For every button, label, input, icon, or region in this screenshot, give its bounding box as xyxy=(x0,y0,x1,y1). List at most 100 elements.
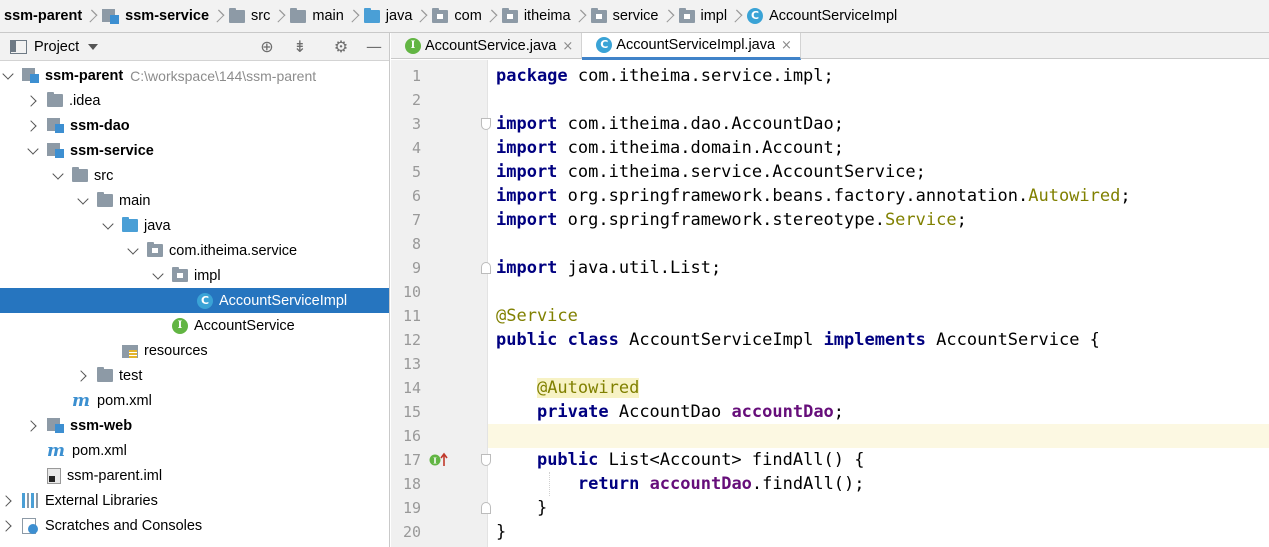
expand-right-icon[interactable] xyxy=(2,495,14,507)
code-area[interactable]: package com.itheima.service.impl; import … xyxy=(488,60,1269,547)
module-icon xyxy=(102,8,120,24)
scratches-icon xyxy=(22,517,39,534)
code-line xyxy=(488,424,1269,448)
chevron-right-icon xyxy=(349,11,356,22)
code-line: import com.itheima.domain.Account; xyxy=(496,138,844,158)
editor-tab[interactable]: C AccountServiceImpl.java × xyxy=(582,33,801,60)
gear-icon[interactable]: ⚙ xyxy=(331,38,351,56)
tree-node[interactable]: src xyxy=(0,163,389,188)
code-line: import java.util.List; xyxy=(496,258,722,278)
code-line: import org.springframework.beans.factory… xyxy=(496,186,1131,206)
expand-down-icon[interactable] xyxy=(2,70,14,82)
tree-node[interactable]: ssm-parent C:\workspace\144\ssm-parent xyxy=(0,63,389,88)
expand-down-icon[interactable] xyxy=(27,145,39,157)
expand-right-icon[interactable] xyxy=(27,420,39,432)
expand-right-icon[interactable] xyxy=(77,370,89,382)
breadcrumb-item[interactable]: com xyxy=(432,0,482,32)
expand-right-icon[interactable] xyxy=(27,95,39,107)
tree-node[interactable]: java xyxy=(0,213,389,238)
minimize-icon[interactable]: — xyxy=(364,38,384,56)
line-number: 8 xyxy=(411,235,421,253)
line-number: 16 xyxy=(402,427,421,445)
navigation-breadcrumb: ssm-parent ssm-service src main java com ithei… xyxy=(0,0,1269,33)
tree-node[interactable]: impl xyxy=(0,263,389,288)
tree-node[interactable]: main xyxy=(0,188,389,213)
folder-icon xyxy=(72,167,88,182)
locate-icon[interactable]: ⊕ xyxy=(257,38,277,56)
tree-node[interactable]: I AccountService xyxy=(0,313,389,338)
tree-node[interactable]: Scratches and Consoles xyxy=(0,513,389,538)
breadcrumb-label: main xyxy=(312,8,344,24)
breadcrumb-item[interactable]: impl xyxy=(678,0,727,32)
tree-node-label: AccountServiceImpl xyxy=(219,292,348,309)
tree-node[interactable]: ssm-web xyxy=(0,413,389,438)
collapse-all-icon[interactable]: ⇟ xyxy=(290,38,310,56)
project-icon xyxy=(10,39,27,54)
breadcrumb-item[interactable]: src xyxy=(229,0,271,32)
resources-folder-icon xyxy=(122,344,138,358)
breadcrumb-item[interactable]: ssm-parent xyxy=(4,0,82,32)
expand-down-icon[interactable] xyxy=(152,270,164,282)
tree-node-label: main xyxy=(119,192,151,209)
line-number: 18 xyxy=(402,475,421,493)
tree-node[interactable]: External Libraries xyxy=(0,488,389,513)
breadcrumb-label: java xyxy=(385,8,413,24)
breadcrumb-item[interactable]: service xyxy=(590,0,659,32)
tree-node[interactable]: resources xyxy=(0,338,389,363)
line-number: 20 xyxy=(402,523,421,541)
chevron-down-icon[interactable] xyxy=(88,43,99,50)
chevron-right-icon xyxy=(664,11,671,22)
code-line: import com.itheima.dao.AccountDao; xyxy=(496,114,844,134)
tree-node-label: AccountService xyxy=(194,317,295,334)
editor-tab[interactable]: I AccountService.java × xyxy=(391,33,583,59)
tree-node[interactable]: ssm-parent.iml xyxy=(0,463,389,488)
maven-icon: m xyxy=(72,390,90,411)
line-number: 6 xyxy=(411,187,421,205)
tree-node[interactable]: com.itheima.service xyxy=(0,238,389,263)
expand-right-icon[interactable] xyxy=(27,120,39,132)
breadcrumb-item[interactable]: java xyxy=(363,0,413,32)
implements-method-icon[interactable]: I xyxy=(429,452,451,471)
code-line: private AccountDao accountDao; xyxy=(536,402,845,422)
tree-node-label: impl xyxy=(194,267,221,284)
tree-node-label: pom.xml xyxy=(72,442,127,459)
breadcrumb-label: com xyxy=(454,8,482,24)
module-icon xyxy=(22,68,39,83)
tree-node[interactable]: m pom.xml xyxy=(0,388,389,413)
class-icon: C xyxy=(197,292,213,309)
breadcrumb-item[interactable]: itheima xyxy=(501,0,571,32)
project-view-selector[interactable]: Project xyxy=(34,39,79,55)
line-number: 7 xyxy=(411,211,421,229)
tree-node-label: ssm-parent xyxy=(45,67,124,84)
close-icon[interactable]: × xyxy=(781,38,792,53)
expand-right-icon[interactable] xyxy=(2,520,14,532)
expand-down-icon[interactable] xyxy=(127,245,139,257)
tree-node-label: Scratches and Consoles xyxy=(45,517,203,534)
tree-node[interactable]: test xyxy=(0,363,389,388)
package-icon xyxy=(432,7,449,23)
breadcrumb-label: src xyxy=(251,8,271,24)
tree-node-label: java xyxy=(144,217,171,234)
tree-node[interactable]: .idea xyxy=(0,88,389,113)
chevron-right-icon xyxy=(87,11,94,22)
tree-node-label: src xyxy=(94,167,114,184)
folder-icon xyxy=(97,367,113,382)
tree-node[interactable]: C AccountServiceImpl xyxy=(0,288,389,313)
close-icon[interactable]: × xyxy=(562,39,573,54)
breadcrumb-item[interactable]: C AccountServiceImpl xyxy=(747,0,897,32)
tree-node[interactable]: ssm-service xyxy=(0,138,389,163)
tree-node[interactable]: m pom.xml xyxy=(0,438,389,463)
line-number: 1 xyxy=(411,67,421,85)
expand-down-icon[interactable] xyxy=(77,195,89,207)
tree-node[interactable]: ssm-dao xyxy=(0,113,389,138)
breadcrumb-item[interactable]: main xyxy=(290,0,344,32)
expand-down-icon[interactable] xyxy=(52,170,64,182)
module-icon xyxy=(47,143,64,158)
project-panel-header: Project ⊕ ⇟ ⚙ — xyxy=(0,33,389,61)
folder-icon xyxy=(97,192,113,207)
module-icon xyxy=(47,118,64,133)
breadcrumb-item[interactable]: ssm-service xyxy=(102,0,209,32)
expand-down-icon[interactable] xyxy=(102,220,114,232)
